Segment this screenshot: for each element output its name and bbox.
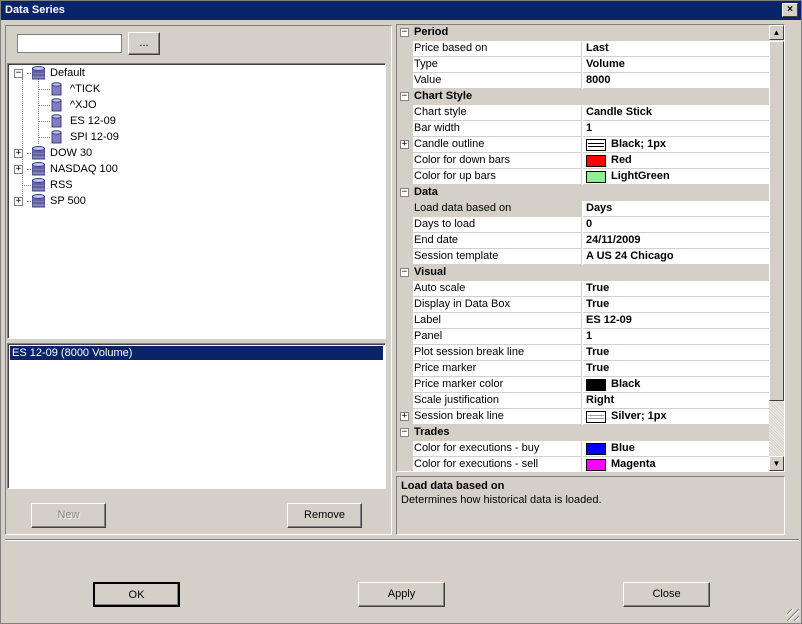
category-data[interactable]: − Data	[397, 185, 769, 201]
description-text: Determines how historical data is loaded…	[401, 494, 602, 506]
tree-line	[38, 105, 50, 106]
database-group-icon	[32, 162, 45, 176]
tree-line	[38, 137, 50, 138]
new-button[interactable]: New	[31, 503, 106, 528]
property-row[interactable]: Plot session break line True	[397, 345, 769, 361]
color-swatch-black	[586, 379, 606, 391]
property-row[interactable]: Color for down bars Red	[397, 153, 769, 169]
tree-line	[38, 121, 50, 122]
apply-button[interactable]: Apply	[358, 582, 445, 607]
description-title: Load data based on	[401, 480, 505, 492]
category-collapse-toggle[interactable]: −	[400, 268, 409, 277]
property-row[interactable]: Price marker True	[397, 361, 769, 377]
database-icon	[51, 114, 62, 128]
category-collapse-toggle[interactable]: −	[400, 28, 409, 37]
database-group-icon	[32, 66, 45, 80]
remove-button[interactable]: Remove	[287, 503, 362, 528]
property-row[interactable]: Bar width 1	[397, 121, 769, 137]
property-row[interactable]: + Session break line Silver; 1px	[397, 409, 769, 425]
tree-line	[38, 89, 50, 90]
series-list[interactable]: ES 12-09 (8000 Volume)	[7, 343, 386, 489]
property-expand-toggle[interactable]: +	[400, 140, 409, 149]
property-row[interactable]: + Candle outline Black; 1px	[397, 137, 769, 153]
property-row[interactable]: Chart style Candle Stick	[397, 105, 769, 121]
category-trades[interactable]: − Trades	[397, 425, 769, 441]
tree-line	[22, 78, 23, 202]
property-expand-toggle[interactable]: +	[400, 412, 409, 421]
scroll-thumb[interactable]	[769, 41, 784, 401]
color-swatch-red	[586, 155, 606, 167]
database-group-icon	[32, 178, 45, 192]
property-row[interactable]: Price marker color Black	[397, 377, 769, 393]
color-swatch-magenta	[586, 459, 606, 471]
series-list-item[interactable]: ES 12-09 (8000 Volume)	[10, 346, 383, 360]
resize-grip[interactable]	[787, 609, 799, 621]
property-description-panel: Load data based on Determines how histor…	[396, 476, 785, 535]
separator	[5, 539, 799, 541]
property-row[interactable]: Scale justification Right	[397, 393, 769, 409]
property-row[interactable]: Price based on Last	[397, 41, 769, 57]
property-row[interactable]: Display in Data Box True	[397, 297, 769, 313]
property-row[interactable]: Color for executions - buy Blue	[397, 441, 769, 457]
property-row[interactable]: Panel 1	[397, 329, 769, 345]
property-grid[interactable]: − Period Price based on Last Type Volume Va…	[396, 24, 785, 472]
tree-line	[38, 78, 39, 144]
property-row-selected[interactable]: Load data based on Days	[397, 201, 769, 217]
database-icon	[51, 98, 62, 112]
category-collapse-toggle[interactable]: −	[400, 188, 409, 197]
category-collapse-toggle[interactable]: −	[400, 428, 409, 437]
color-swatch-lightgreen	[586, 171, 606, 183]
database-group-icon	[32, 146, 45, 160]
scroll-up-button[interactable]: ▲	[769, 25, 784, 40]
color-swatch-blue	[586, 443, 606, 455]
property-row[interactable]: Color for executions - sell Magenta	[397, 457, 769, 471]
scroll-down-button[interactable]: ▼	[769, 456, 784, 471]
property-row[interactable]: Session template A US 24 Chicago	[397, 249, 769, 265]
tree-expand-toggle[interactable]: +	[14, 149, 23, 158]
category-collapse-toggle[interactable]: −	[400, 92, 409, 101]
category-visual[interactable]: − Visual	[397, 265, 769, 281]
database-icon	[51, 130, 62, 144]
property-grid-scrollbar[interactable]: ▲ ▼	[769, 25, 784, 471]
ok-button[interactable]: OK	[93, 582, 180, 607]
property-row[interactable]: Value 8000	[397, 73, 769, 89]
instrument-tree[interactable]: − Default ^TICK ^XJO ES 12-09 SPI 12-09 …	[7, 63, 386, 339]
property-row[interactable]: Label ES 12-09	[397, 313, 769, 329]
category-chart-style[interactable]: − Chart Style	[397, 89, 769, 105]
title-bar: Data Series ×	[1, 1, 801, 20]
database-group-icon	[32, 194, 45, 208]
tree-collapse-toggle[interactable]: −	[14, 69, 23, 78]
property-row[interactable]: Color for up bars LightGreen	[397, 169, 769, 185]
line-style-swatch	[586, 139, 606, 151]
property-row[interactable]: Days to load 0	[397, 217, 769, 233]
database-icon	[51, 82, 62, 96]
line-style-swatch	[586, 411, 606, 423]
window-title: Data Series	[5, 4, 65, 16]
tree-expand-toggle[interactable]: +	[14, 165, 23, 174]
property-row[interactable]: Auto scale True	[397, 281, 769, 297]
tree-expand-toggle[interactable]: +	[14, 197, 23, 206]
category-period[interactable]: − Period	[397, 25, 769, 41]
close-window-button[interactable]: ×	[782, 3, 798, 17]
search-input[interactable]	[17, 34, 122, 53]
close-button[interactable]: Close	[623, 582, 710, 607]
browse-button[interactable]: ...	[128, 32, 160, 55]
property-row[interactable]: End date 24/11/2009	[397, 233, 769, 249]
property-row[interactable]: Type Volume	[397, 57, 769, 73]
data-series-dialog: Data Series × ... − Default ^TICK ^XJO E…	[0, 0, 802, 624]
